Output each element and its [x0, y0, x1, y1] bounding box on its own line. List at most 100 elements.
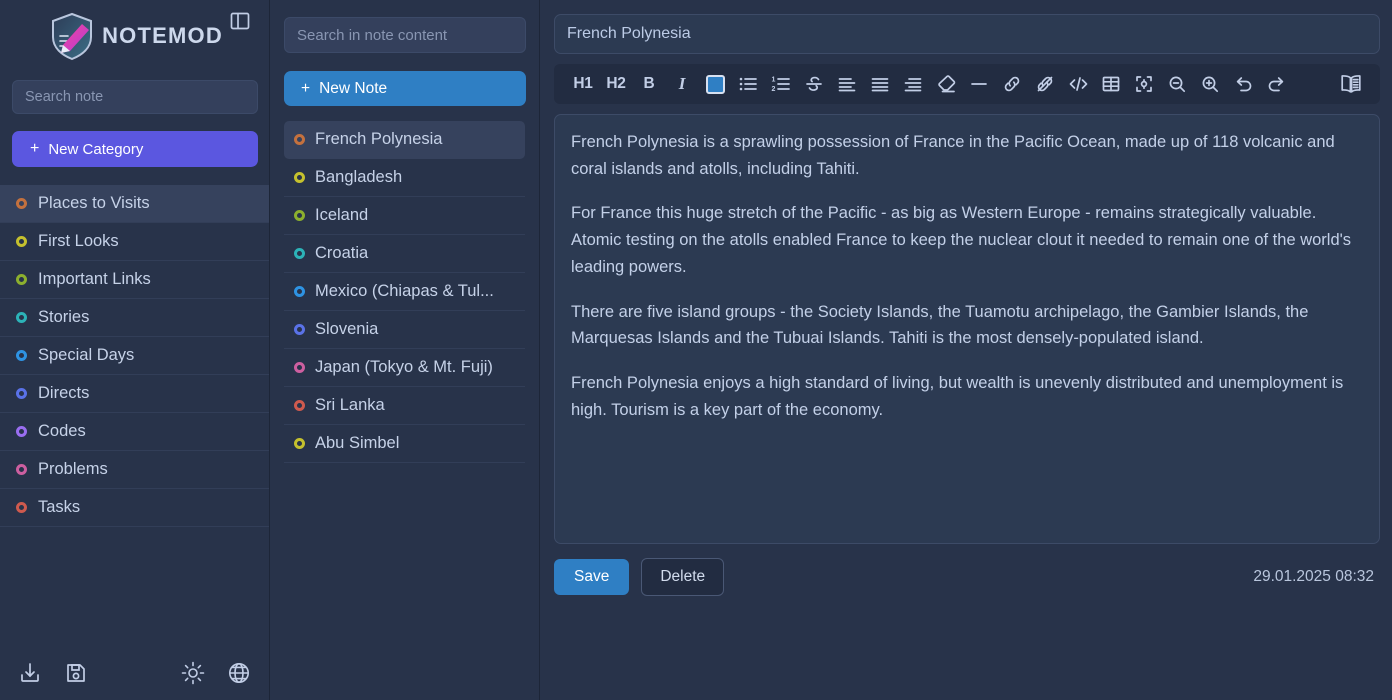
heading-1-icon[interactable]: H1 [568, 69, 598, 99]
italic-icon[interactable]: I [667, 69, 697, 99]
note-list-item[interactable]: Iceland [284, 197, 525, 235]
note-title-label: Croatia [315, 244, 368, 263]
note-list-item[interactable]: Japan (Tokyo & Mt. Fuji) [284, 349, 525, 387]
insert-image-icon[interactable] [1129, 69, 1159, 99]
app-root: NOTEMOD + New Category Places to Visits F… [0, 0, 1392, 700]
sidebar-category-item[interactable]: Problems [0, 451, 269, 489]
plus-icon: + [30, 140, 39, 158]
new-note-button[interactable]: + New Note [284, 71, 526, 106]
category-color-dot-icon [16, 464, 27, 475]
note-title-label: Sri Lanka [315, 396, 385, 415]
editor-actions: Save Delete 29.01.2025 08:32 [554, 558, 1380, 596]
note-title-label: Slovenia [315, 320, 378, 339]
brand-name: NOTEMOD [102, 23, 223, 49]
category-label: First Looks [38, 232, 119, 251]
category-color-dot-icon [16, 198, 27, 209]
table-icon[interactable] [1096, 69, 1126, 99]
category-label: Special Days [38, 346, 134, 365]
numbered-list-icon[interactable]: 12 [766, 69, 796, 99]
sidebar-category-item[interactable]: Directs [0, 375, 269, 413]
unlink-icon[interactable] [1030, 69, 1060, 99]
svg-text:1: 1 [772, 77, 776, 84]
note-list-item[interactable]: Slovenia [284, 311, 525, 349]
note-list-item[interactable]: Abu Simbel [284, 425, 525, 463]
note-title-label: Mexico (Chiapas & Tul... [315, 282, 494, 301]
redo-icon[interactable] [1261, 69, 1291, 99]
note-color-dot-icon [294, 248, 305, 259]
new-category-label: New Category [48, 141, 143, 158]
language-globe-icon[interactable] [227, 661, 251, 685]
clear-format-eraser-icon[interactable] [931, 69, 961, 99]
new-category-button[interactable]: + New Category [12, 131, 258, 167]
delete-button[interactable]: Delete [641, 558, 724, 596]
note-color-dot-icon [294, 324, 305, 335]
note-color-dot-icon [294, 286, 305, 297]
note-timestamp: 29.01.2025 08:32 [1253, 568, 1380, 586]
note-list-item[interactable]: Croatia [284, 235, 525, 273]
note-title-input[interactable] [554, 14, 1380, 54]
note-title-label: Iceland [315, 206, 368, 225]
sidebar-category-item[interactable]: First Looks [0, 223, 269, 261]
heading-2-icon[interactable]: H2 [601, 69, 631, 99]
category-label: Places to Visits [38, 194, 150, 213]
category-color-dot-icon [16, 426, 27, 437]
bold-icon[interactable]: B [634, 69, 664, 99]
note-list-item[interactable]: Sri Lanka [284, 387, 525, 425]
editor-toolbar: H1H2BI12 [554, 64, 1380, 104]
category-label: Tasks [38, 498, 80, 517]
reading-mode-book-icon[interactable] [1336, 69, 1366, 99]
note-list-item[interactable]: Bangladesh [284, 159, 525, 197]
category-color-dot-icon [16, 350, 27, 361]
category-color-dot-icon [16, 502, 27, 513]
note-paragraph: There are five island groups - the Socie… [571, 299, 1363, 352]
note-color-dot-icon [294, 438, 305, 449]
search-note-input[interactable] [12, 80, 258, 114]
brand-header: NOTEMOD [0, 0, 269, 72]
highlight-color-icon[interactable] [700, 69, 730, 99]
note-color-dot-icon [294, 172, 305, 183]
plus-icon: + [301, 80, 310, 98]
category-label: Problems [38, 460, 108, 479]
new-note-label: New Note [319, 80, 387, 98]
category-label: Directs [38, 384, 89, 403]
category-color-dot-icon [16, 236, 27, 247]
sidebar-footer [0, 646, 269, 700]
sidebar-category-item[interactable]: Tasks [0, 489, 269, 527]
search-note-content-input[interactable] [284, 17, 526, 53]
align-left-icon[interactable] [832, 69, 862, 99]
horizontal-rule-icon[interactable] [964, 69, 994, 99]
sidebar-category-item[interactable]: Places to Visits [0, 185, 269, 223]
notemod-logo-icon [46, 10, 98, 62]
code-block-icon[interactable] [1063, 69, 1093, 99]
editor-panel: H1H2BI12 French Polynesia is a sprawling… [540, 0, 1392, 700]
sidebar-panel-toggle-icon[interactable] [227, 8, 253, 34]
category-color-dot-icon [16, 312, 27, 323]
align-right-icon[interactable] [898, 69, 928, 99]
align-center-icon[interactable] [865, 69, 895, 99]
zoom-out-icon[interactable] [1162, 69, 1192, 99]
category-color-dot-icon [16, 274, 27, 285]
theme-sun-icon[interactable] [181, 661, 205, 685]
save-file-icon[interactable] [64, 661, 88, 685]
sidebar-category-item[interactable]: Important Links [0, 261, 269, 299]
note-title-label: Bangladesh [315, 168, 402, 187]
strikethrough-icon[interactable] [799, 69, 829, 99]
zoom-in-icon[interactable] [1195, 69, 1225, 99]
save-button[interactable]: Save [554, 559, 629, 595]
sidebar-category-item[interactable]: Special Days [0, 337, 269, 375]
note-list-item[interactable]: French Polynesia [284, 121, 525, 159]
bullet-list-icon[interactable] [733, 69, 763, 99]
sidebar-category-item[interactable]: Codes [0, 413, 269, 451]
note-color-dot-icon [294, 134, 305, 145]
note-body-content[interactable]: French Polynesia is a sprawling possessi… [554, 114, 1380, 544]
link-icon[interactable] [997, 69, 1027, 99]
note-color-dot-icon [294, 400, 305, 411]
category-label: Codes [38, 422, 86, 441]
sidebar-category-item[interactable]: Stories [0, 299, 269, 337]
svg-text:2: 2 [772, 86, 776, 93]
note-paragraph: French Polynesia enjoys a high standard … [571, 370, 1363, 423]
note-list-item[interactable]: Mexico (Chiapas & Tul... [284, 273, 525, 311]
category-color-dot-icon [16, 388, 27, 399]
undo-icon[interactable] [1228, 69, 1258, 99]
import-icon[interactable] [18, 661, 42, 685]
